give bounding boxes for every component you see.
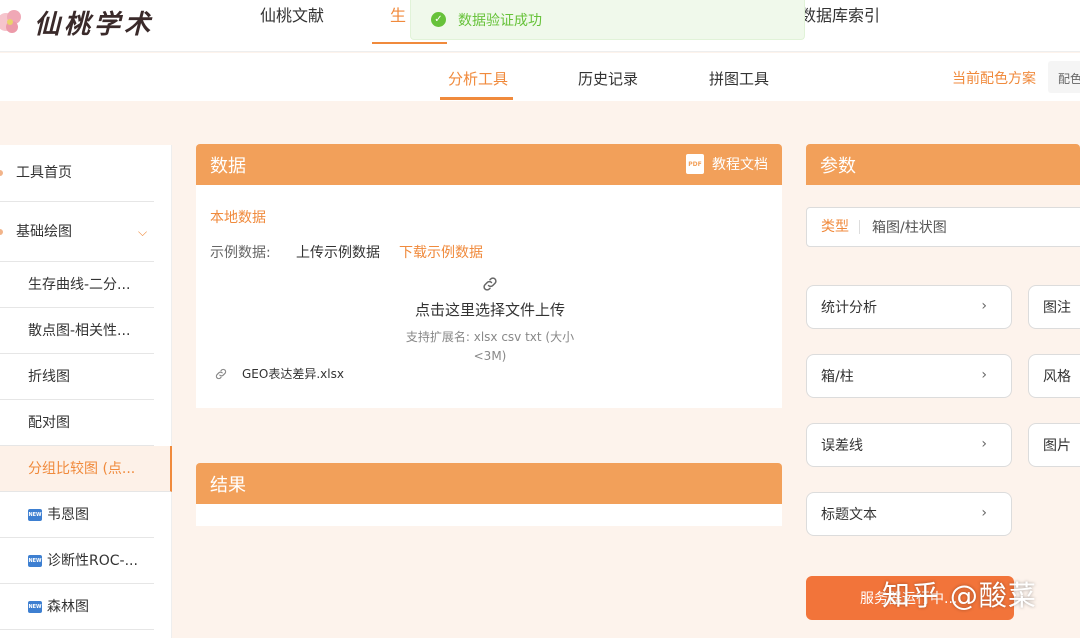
sidebar-item-line-chart[interactable]: 折线图 (0, 354, 154, 400)
color-scheme-select[interactable]: 配色 (1048, 61, 1080, 93)
sidebar-item-label: 基础绘图 (16, 224, 72, 240)
pdf-icon: PDF (686, 154, 704, 174)
sidebar-item-roc[interactable]: NEW 诊断性ROC-... (0, 538, 154, 584)
uploaded-file[interactable]: GEO表达差异.xlsx (214, 365, 344, 382)
sidebar-item-label: 森林图 (47, 599, 89, 615)
topnav-database-index[interactable]: 数据库索引 (800, 2, 880, 26)
title-text-button[interactable]: 标题文本 › (806, 492, 1012, 536)
box-bar-button[interactable]: 箱/柱 › (806, 354, 1012, 398)
error-bar-button[interactable]: 误差线 › (806, 423, 1012, 467)
style-button[interactable]: 风格 (1028, 354, 1080, 398)
attachment-icon (215, 368, 227, 379)
sidebar-item-venn[interactable]: NEW 韦恩图 (0, 492, 154, 538)
bullet-icon (0, 170, 3, 176)
chart-type-select[interactable]: 类型 箱图/柱状图 (806, 207, 1080, 247)
param-button-label: 风格 (1043, 369, 1071, 385)
sidebar-item-forest[interactable]: NEW 森林图 (0, 584, 154, 630)
sidebar-item-scatter[interactable]: 散点图-相关性... (0, 308, 154, 354)
result-panel-body (196, 504, 782, 526)
file-name: GEO表达差异.xlsx (242, 367, 344, 381)
check-circle-icon: ✓ (431, 12, 446, 27)
sidebar-item-pair-plot[interactable]: 配对图 (0, 400, 154, 446)
stats-analysis-button[interactable]: 统计分析 › (806, 285, 1012, 329)
params-panel-title: 参数 (820, 155, 856, 177)
chevron-right-icon: › (981, 436, 987, 452)
chevron-right-icon: › (981, 298, 987, 314)
chart-type-label: 类型 (821, 220, 860, 234)
topnav-active-underline (372, 42, 447, 44)
upload-example-button[interactable]: 上传示例数据 (296, 242, 380, 262)
sub-navigation: 分析工具 历史记录 拼图工具 当前配色方案 配色 (0, 53, 1080, 101)
sidebar-item-group-compare[interactable]: 分组比较图 (点... (0, 446, 172, 492)
sidebar-item-home[interactable]: 工具首页 (0, 145, 154, 202)
tab-history[interactable]: 历史记录 (578, 68, 638, 89)
sidebar-item-label: 诊断性ROC-... (47, 553, 138, 569)
local-data-title: 本地数据 (210, 210, 266, 226)
image-button[interactable]: 图片 (1028, 423, 1080, 467)
new-badge-icon: NEW (28, 601, 42, 613)
sidebar-item-basic-plots[interactable]: 基础绘图 ⌵ (0, 202, 154, 262)
param-button-label: 图片 (1043, 438, 1071, 454)
file-upload-area[interactable]: 点击这里选择文件上传 支持扩展名: xlsx csv txt (大小<3M) (390, 275, 590, 364)
color-scheme-label: 当前配色方案 (952, 71, 1036, 87)
chevron-down-icon: ⌵ (138, 225, 148, 239)
upload-hint: 支持扩展名: xlsx csv txt (大小<3M) (405, 330, 575, 363)
chevron-right-icon: › (981, 505, 987, 521)
peach-blossom-icon (0, 10, 21, 33)
download-example-link[interactable]: 下载示例数据 (399, 242, 483, 262)
sidebar-item-label: 工具首页 (16, 165, 72, 181)
logo-text: 仙桃学术 (34, 9, 155, 40)
chart-type-value: 箱图/柱状图 (872, 220, 947, 236)
data-panel-title: 数据 (210, 155, 246, 177)
upload-instruction: 点击这里选择文件上传 (414, 301, 565, 319)
success-toast: ✓ 数据验证成功 (410, 0, 805, 40)
topnav-literature[interactable]: 仙桃文献 (260, 2, 324, 26)
new-badge-icon: NEW (28, 509, 42, 521)
bullet-icon (0, 229, 3, 235)
chevron-right-icon: › (981, 367, 987, 383)
tab-analysis-tools[interactable]: 分析工具 (448, 68, 508, 89)
param-button-label: 统计分析 (821, 300, 877, 316)
link-icon (483, 277, 497, 291)
param-button-label: 箱/柱 (821, 369, 854, 385)
example-data-label: 示例数据: (210, 245, 271, 261)
tutorial-doc-link[interactable]: PDF 教程文档 (686, 154, 768, 174)
watermark: 知乎 @酸菜 (882, 579, 1037, 612)
tab-collage-tools[interactable]: 拼图工具 (709, 68, 769, 89)
sidebar-item-survival-curve[interactable]: 生存曲线-二分... (0, 262, 154, 308)
sidebar-item-label: 韦恩图 (47, 507, 89, 523)
param-button-label: 标题文本 (821, 507, 877, 523)
data-panel-header: 数据 PDF 教程文档 (196, 144, 782, 185)
subtab-active-underline (440, 97, 513, 100)
new-badge-icon: NEW (28, 555, 42, 567)
sidebar: 工具首页 基础绘图 ⌵ 生存曲线-二分... 散点图-相关性... 折线图 配对… (0, 145, 172, 638)
result-panel-header: 结果 (196, 463, 782, 504)
result-panel-title: 结果 (210, 474, 246, 496)
topnav-active-item[interactable]: 生 (390, 2, 406, 26)
param-button-label: 图注 (1043, 300, 1071, 316)
params-panel-header: 参数 (806, 144, 1080, 185)
toast-message: 数据验证成功 (458, 12, 542, 29)
tutorial-doc-label: 教程文档 (712, 157, 768, 173)
param-button-label: 误差线 (821, 438, 863, 454)
logo[interactable]: 仙桃学术 (0, 0, 154, 44)
legend-button[interactable]: 图注 (1028, 285, 1080, 329)
